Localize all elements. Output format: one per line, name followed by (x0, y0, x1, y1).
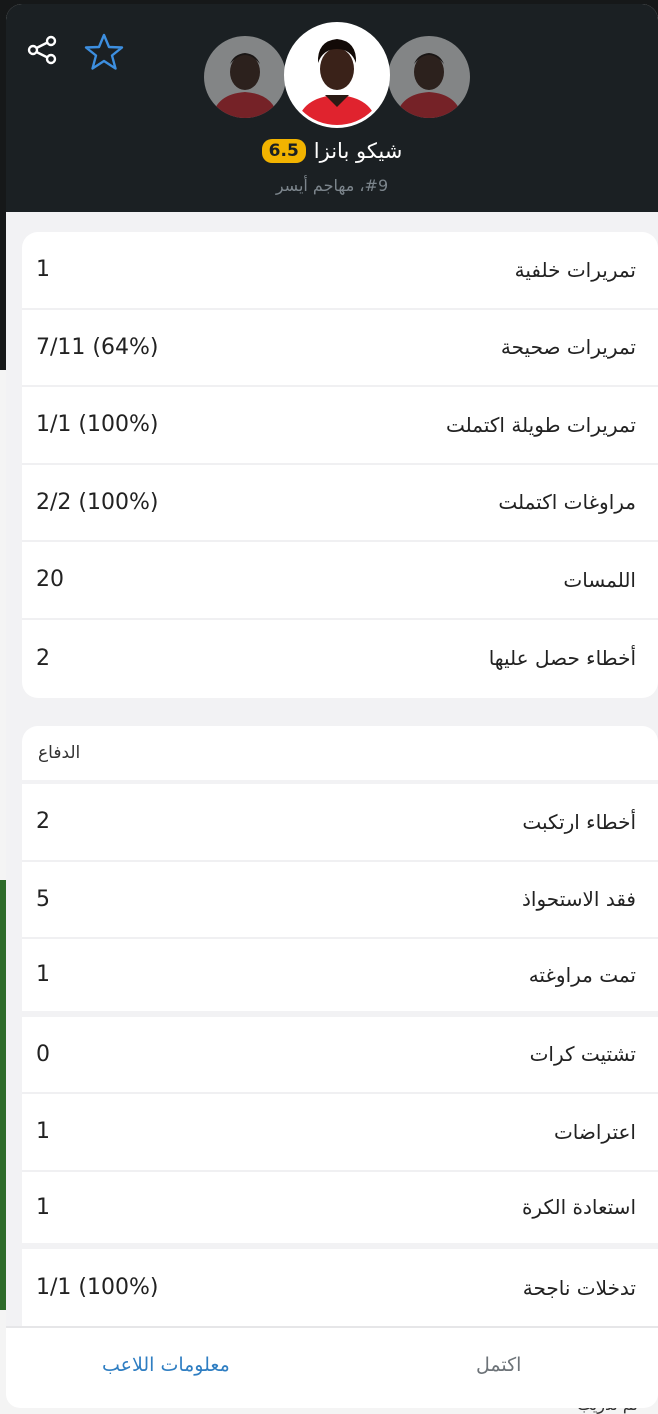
stat-label: استعادة الكرة (521, 1195, 636, 1220)
stat-row: 2/2 (100%) مراوغات اكتملت (22, 465, 658, 542)
stat-value: 1 (36, 257, 50, 283)
stat-row: 5 فقد الاستحواذ (22, 862, 658, 939)
player-name-row: شيكو بانزا 6.5 (6, 136, 658, 166)
stat-value: 1 (36, 962, 50, 988)
stat-row: 20 اللمسات (22, 542, 658, 620)
stat-row: 0 تشتيت كرات (22, 1017, 658, 1094)
stat-row: 1 تمريرات خلفية (22, 232, 658, 310)
stat-row: 1 استعادة الكرة (22, 1172, 658, 1249)
passing-stats-card: 1 تمريرات خلفية 7/11 (64%) تمريرات صحيحة… (22, 232, 658, 698)
player-stats-sheet: شيكو بانزا 6.5 #9، مهاجم أيسر 1 تمريرات … (6, 4, 658, 1408)
stat-label: اعتراضات (553, 1119, 636, 1144)
stat-label: تشتيت كرات (529, 1042, 636, 1067)
stat-label: تمت مراوغته (528, 962, 636, 987)
share-icon[interactable] (26, 34, 58, 66)
stat-label: تمريرات طويلة اكتملت (446, 412, 636, 437)
stat-row: 1 اعتراضات (22, 1094, 658, 1172)
stat-label: اللمسات (563, 567, 636, 592)
player-name: شيكو بانزا (313, 139, 403, 163)
player-avatar (284, 22, 390, 128)
stat-value: 1/1 (100%) (36, 1275, 159, 1301)
stat-label: تمريرات صحيحة (500, 335, 636, 360)
stat-label: أخطاء ارتكبت (522, 809, 636, 834)
stat-value: 1 (36, 1119, 50, 1145)
stat-value: 2/2 (100%) (36, 489, 159, 515)
next-player-avatar[interactable] (388, 36, 470, 118)
stat-label: مراوغات اكتملت (498, 490, 636, 515)
stats-content[interactable]: 1 تمريرات خلفية 7/11 (64%) تمريرات صحيحة… (6, 212, 658, 1326)
rating-badge: 6.5 (261, 139, 306, 163)
stat-value: 1/1 (100%) (36, 412, 159, 438)
stat-value: 1 (36, 1194, 50, 1220)
stat-row: 2 أخطاء ارتكبت (22, 784, 658, 862)
stat-label: تمريرات خلفية (514, 257, 636, 282)
star-icon[interactable] (84, 32, 124, 72)
stat-value: 5 (36, 886, 50, 912)
stat-value: 2 (36, 645, 50, 671)
player-header: شيكو بانزا 6.5 #9، مهاجم أيسر (6, 4, 658, 212)
stat-value: 2 (36, 809, 50, 835)
stat-row: 2 أخطاء حصل عليها (22, 620, 658, 698)
stat-row: 1 تمت مراوغته (22, 939, 658, 1017)
stat-label: أخطاء حصل عليها (488, 646, 636, 671)
stat-row: 7/11 (64%) تمريرات صحيحة (22, 310, 658, 387)
stat-value: 20 (36, 567, 64, 593)
previous-player-avatar[interactable] (204, 36, 286, 118)
stat-value: 7/11 (64%) (36, 334, 159, 360)
stat-label: فقد الاستحواذ (522, 887, 636, 912)
tab-player-info[interactable]: معلومات اللاعب (102, 1354, 230, 1376)
defense-stats-card: الدفاع 2 أخطاء ارتكبت 5 فقد الاستحواذ 1 … (22, 726, 658, 1326)
stat-label: تدخلات ناجحة (522, 1275, 636, 1300)
tab-complete[interactable]: اكتمل (476, 1354, 521, 1376)
stat-row: 1/1 (100%) تدخلات ناجحة (22, 1249, 658, 1326)
section-title-defense: الدفاع (22, 726, 658, 784)
stat-value: 0 (36, 1041, 50, 1067)
bottom-tabs: معلومات اللاعب اكتمل (6, 1326, 658, 1408)
player-position: #9، مهاجم أيسر (275, 176, 389, 195)
stat-row: 1/1 (100%) تمريرات طويلة اكتملت (22, 387, 658, 465)
